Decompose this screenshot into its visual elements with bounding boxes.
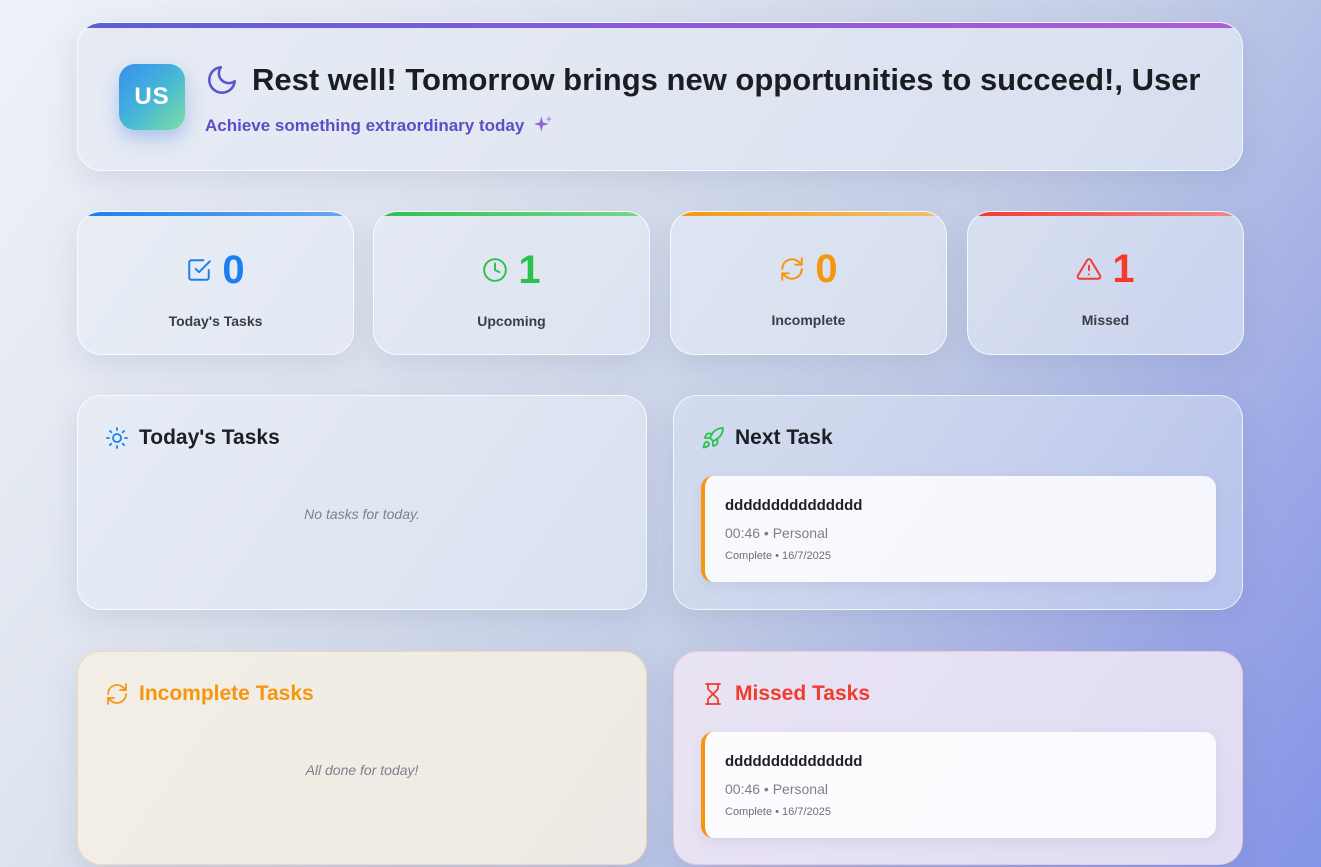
greeting-header: US Rest well! Tomorrow brings new opport…: [77, 22, 1243, 171]
stat-card-upcoming[interactable]: 1 Upcoming: [373, 211, 650, 355]
stat-value: 1: [1112, 247, 1135, 291]
greeting-subtitle: Achieve something extraordinary today: [205, 114, 553, 136]
stat-card-incomplete[interactable]: 0 Incomplete: [670, 211, 947, 355]
stat-label: Upcoming: [477, 313, 546, 329]
task-meta: 00:46 • Personal: [725, 781, 828, 797]
panel-title: Incomplete Tasks: [105, 682, 314, 706]
task-status: Complete • 16/7/2025: [725, 550, 831, 562]
next-task-panel: Next Task ddddddddddddddd 00:46 • Person…: [673, 395, 1243, 610]
moon-icon: [208, 65, 237, 94]
stat-card-today[interactable]: 0 Today's Tasks: [77, 211, 354, 355]
empty-state-text: No tasks for today.: [304, 506, 420, 522]
panel-title-text: Next Task: [735, 426, 833, 449]
rocket-icon: [702, 427, 724, 449]
alert-triangle-icon: [1077, 258, 1102, 280]
stat-value: 1: [518, 248, 541, 292]
panel-title-text: Missed Tasks: [735, 682, 871, 705]
panel-title-text: Today's Tasks: [139, 426, 280, 449]
sun-icon: [106, 427, 128, 449]
panel-title: Next Task: [701, 426, 833, 450]
subtitle-text: Achieve something extraordinary today: [205, 116, 525, 135]
task-status: Complete • 16/7/2025: [725, 806, 831, 818]
empty-state-text: All done for today!: [305, 762, 419, 778]
stat-label: Today's Tasks: [168, 313, 263, 329]
refresh-icon: [107, 683, 127, 705]
today-tasks-panel: Today's Tasks No tasks for today.: [77, 395, 647, 610]
avatar[interactable]: US: [119, 64, 185, 130]
stat-value: 0: [815, 247, 838, 291]
task-card[interactable]: ddddddddddddddd 00:46 • Personal Complet…: [701, 732, 1216, 838]
stat-accent-bar: [78, 212, 353, 216]
missed-tasks-panel: Missed Tasks ddddddddddddddd 00:46 • Per…: [673, 651, 1243, 865]
header-accent-bar: [78, 23, 1242, 28]
task-name: ddddddddddddddd: [725, 497, 863, 514]
task-meta: 00:46 • Personal: [725, 525, 828, 541]
hourglass-icon: [705, 683, 721, 705]
stat-accent-bar: [374, 212, 649, 216]
stat-label: Missed: [1081, 312, 1130, 328]
stat-card-missed[interactable]: 1 Missed: [967, 211, 1244, 355]
clock-icon: [483, 258, 508, 282]
check-square-icon: [188, 259, 212, 281]
task-name: ddddddddddddddd: [725, 753, 863, 770]
panel-title: Missed Tasks: [701, 682, 870, 706]
refresh-icon: [781, 257, 804, 281]
greeting-text: Rest well! Tomorrow brings new opportuni…: [252, 62, 1201, 97]
task-card[interactable]: ddddddddddddddd 00:46 • Personal Complet…: [701, 476, 1216, 582]
stat-accent-bar: [968, 212, 1243, 216]
stat-accent-bar: [671, 212, 946, 216]
panel-title-text: Incomplete Tasks: [139, 682, 314, 705]
sparkle-icon: [533, 115, 553, 132]
stat-label: Incomplete: [771, 312, 846, 328]
stat-value: 0: [222, 248, 245, 292]
panel-title: Today's Tasks: [105, 426, 280, 450]
incomplete-tasks-panel: Incomplete Tasks All done for today!: [77, 651, 647, 865]
